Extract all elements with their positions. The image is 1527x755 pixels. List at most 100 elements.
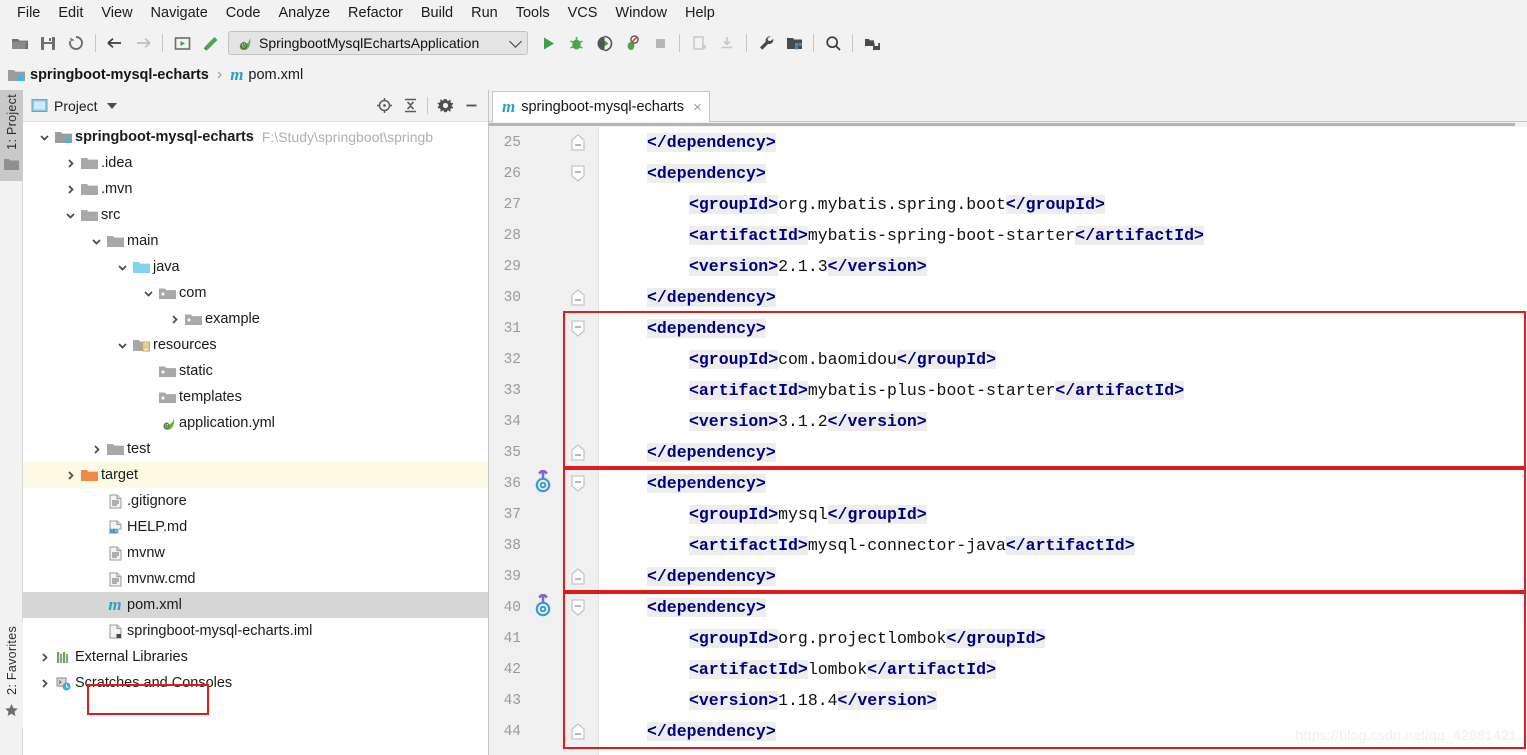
code-content[interactable]: </dependency> <dependency> <groupId>org.m…: [563, 127, 1527, 755]
tree-item-springboot-mysql-echarts-iml[interactable]: springboot-mysql-echarts.iml: [23, 618, 488, 644]
tree-item-external-libraries[interactable]: External Libraries: [23, 644, 488, 670]
gutter-line[interactable]: 32: [489, 344, 599, 375]
run-anything-icon[interactable]: [168, 29, 196, 57]
tree-item-static[interactable]: static: [23, 358, 488, 384]
gutter-line[interactable]: 27: [489, 189, 599, 220]
tree-item-idea[interactable]: .idea: [23, 150, 488, 176]
tree-item-java[interactable]: java: [23, 254, 488, 280]
gutter-line[interactable]: 44: [489, 716, 599, 747]
tree-item-mvnw-cmd[interactable]: mvnw.cmd: [23, 566, 488, 592]
dependency-analyzer-icon[interactable]: [533, 468, 553, 499]
gutter-line[interactable]: 25: [489, 127, 599, 158]
breadcrumb-project[interactable]: springboot-mysql-echarts: [30, 67, 209, 83]
code-line[interactable]: <groupId>org.projectlombok</groupId>: [647, 623, 1527, 654]
code-line[interactable]: <artifactId>mybatis-spring-boot-starter<…: [647, 220, 1527, 251]
menu-item-help[interactable]: Help: [676, 2, 724, 24]
chevron-right-icon[interactable]: [61, 462, 79, 488]
gutter-line[interactable]: 31: [489, 313, 599, 344]
tree-item-springboot-mysql-echarts[interactable]: springboot-mysql-echarts F:\Study\springb…: [23, 124, 488, 150]
tree-item-target[interactable]: target: [23, 462, 488, 488]
code-line[interactable]: <dependency>: [647, 158, 1527, 189]
code-line[interactable]: <artifactId>lombok</artifactId>: [647, 654, 1527, 685]
run-with-coverage-icon[interactable]: [590, 29, 618, 57]
chevron-down-icon[interactable]: [106, 102, 117, 109]
dependency-analyzer-icon[interactable]: [533, 592, 553, 623]
code-line[interactable]: </dependency>: [647, 561, 1527, 592]
code-line[interactable]: <version>1.18.4</version>: [647, 685, 1527, 716]
chevron-right-icon[interactable]: [35, 644, 53, 670]
chevron-right-icon[interactable]: [35, 670, 53, 696]
code-line[interactable]: <groupId>org.mybatis.spring.boot</groupI…: [647, 189, 1527, 220]
fold-start-icon[interactable]: [567, 468, 589, 499]
code-line[interactable]: <groupId>com.baomidou</groupId>: [647, 344, 1527, 375]
locate-target-icon[interactable]: [371, 93, 397, 119]
run-icon[interactable]: [534, 29, 562, 57]
menu-item-vcs[interactable]: VCS: [559, 2, 607, 24]
gutter-line[interactable]: 28: [489, 220, 599, 251]
gutter-line[interactable]: 34: [489, 406, 599, 437]
editor-tab-pom[interactable]: m springboot-mysql-echarts ×: [492, 91, 710, 122]
code-line[interactable]: <artifactId>mybatis-plus-boot-starter</a…: [647, 375, 1527, 406]
gutter-line[interactable]: 39: [489, 561, 599, 592]
sidebar-strip-favorites[interactable]: 2: Favorites: [0, 622, 23, 728]
chevron-down-icon[interactable]: [61, 202, 79, 228]
tree-item-mvn[interactable]: .mvn: [23, 176, 488, 202]
chevron-down-icon[interactable]: [35, 124, 53, 150]
code-line[interactable]: <artifactId>mysql-connector-java</artifa…: [647, 530, 1527, 561]
chevron-right-icon[interactable]: [61, 176, 79, 202]
tree-item-main[interactable]: main: [23, 228, 488, 254]
save-all-icon[interactable]: [34, 29, 62, 57]
chevron-right-icon[interactable]: [61, 150, 79, 176]
chevron-down-icon[interactable]: [509, 35, 522, 48]
menu-item-window[interactable]: Window: [606, 2, 676, 24]
tree-item-com[interactable]: com: [23, 280, 488, 306]
settings-gear-icon[interactable]: [432, 93, 458, 119]
chevron-down-icon[interactable]: [87, 228, 105, 254]
fold-end-icon[interactable]: [567, 437, 589, 468]
gutter-line[interactable]: 43: [489, 685, 599, 716]
tree-item-src[interactable]: src: [23, 202, 488, 228]
gutter-line[interactable]: 37: [489, 499, 599, 530]
menu-item-refactor[interactable]: Refactor: [339, 2, 412, 24]
code-line[interactable]: </dependency>: [647, 716, 1527, 747]
gutter-line[interactable]: 26: [489, 158, 599, 189]
chevron-right-icon[interactable]: [165, 306, 183, 332]
tree-item-application-yml[interactable]: application.yml: [23, 410, 488, 436]
sync-icon[interactable]: [62, 29, 90, 57]
gutter-line[interactable]: 33: [489, 375, 599, 406]
fold-start-icon[interactable]: [567, 313, 589, 344]
menu-item-navigate[interactable]: Navigate: [142, 2, 217, 24]
close-icon[interactable]: ×: [693, 99, 702, 116]
tree-item-example[interactable]: example: [23, 306, 488, 332]
open-folder-icon[interactable]: [6, 29, 34, 57]
code-line[interactable]: <dependency>: [647, 468, 1527, 499]
tree-item-help-md[interactable]: MD HELP.md: [23, 514, 488, 540]
back-arrow-icon[interactable]: [101, 29, 129, 57]
code-line[interactable]: <groupId>mysql</groupId>: [647, 499, 1527, 530]
run-configuration-selector[interactable]: SpringbootMysqlEchartsApplication: [228, 31, 528, 55]
gutter-line[interactable]: 29: [489, 251, 599, 282]
tree-item-pom-xml[interactable]: m pom.xml: [23, 592, 488, 618]
gutter-line[interactable]: 30: [489, 282, 599, 313]
gutter-line[interactable]: 36: [489, 468, 599, 499]
menu-item-file[interactable]: File: [8, 2, 49, 24]
tree-item-scratches-and-consoles[interactable]: Scratches and Consoles: [23, 670, 488, 696]
menu-item-code[interactable]: Code: [217, 2, 270, 24]
gutter-line[interactable]: 41: [489, 623, 599, 654]
chevron-down-icon[interactable]: [113, 254, 131, 280]
fold-start-icon[interactable]: [567, 158, 589, 189]
menu-item-build[interactable]: Build: [412, 2, 462, 24]
save-layout-icon[interactable]: [858, 29, 886, 57]
tree-item-resources[interactable]: resources: [23, 332, 488, 358]
sidebar-strip-project[interactable]: 1: Project: [0, 90, 23, 181]
build-hammer-icon[interactable]: [196, 29, 224, 57]
code-line[interactable]: </dependency>: [647, 127, 1527, 158]
search-everywhere-icon[interactable]: [819, 29, 847, 57]
gutter-line[interactable]: 40: [489, 592, 599, 623]
fold-end-icon[interactable]: [567, 716, 589, 747]
gutter-line[interactable]: 42: [489, 654, 599, 685]
settings-wrench-icon[interactable]: [752, 29, 780, 57]
menu-item-view[interactable]: View: [92, 2, 141, 24]
code-line[interactable]: </dependency>: [647, 437, 1527, 468]
scrollbar-thumb[interactable]: [489, 123, 1515, 126]
